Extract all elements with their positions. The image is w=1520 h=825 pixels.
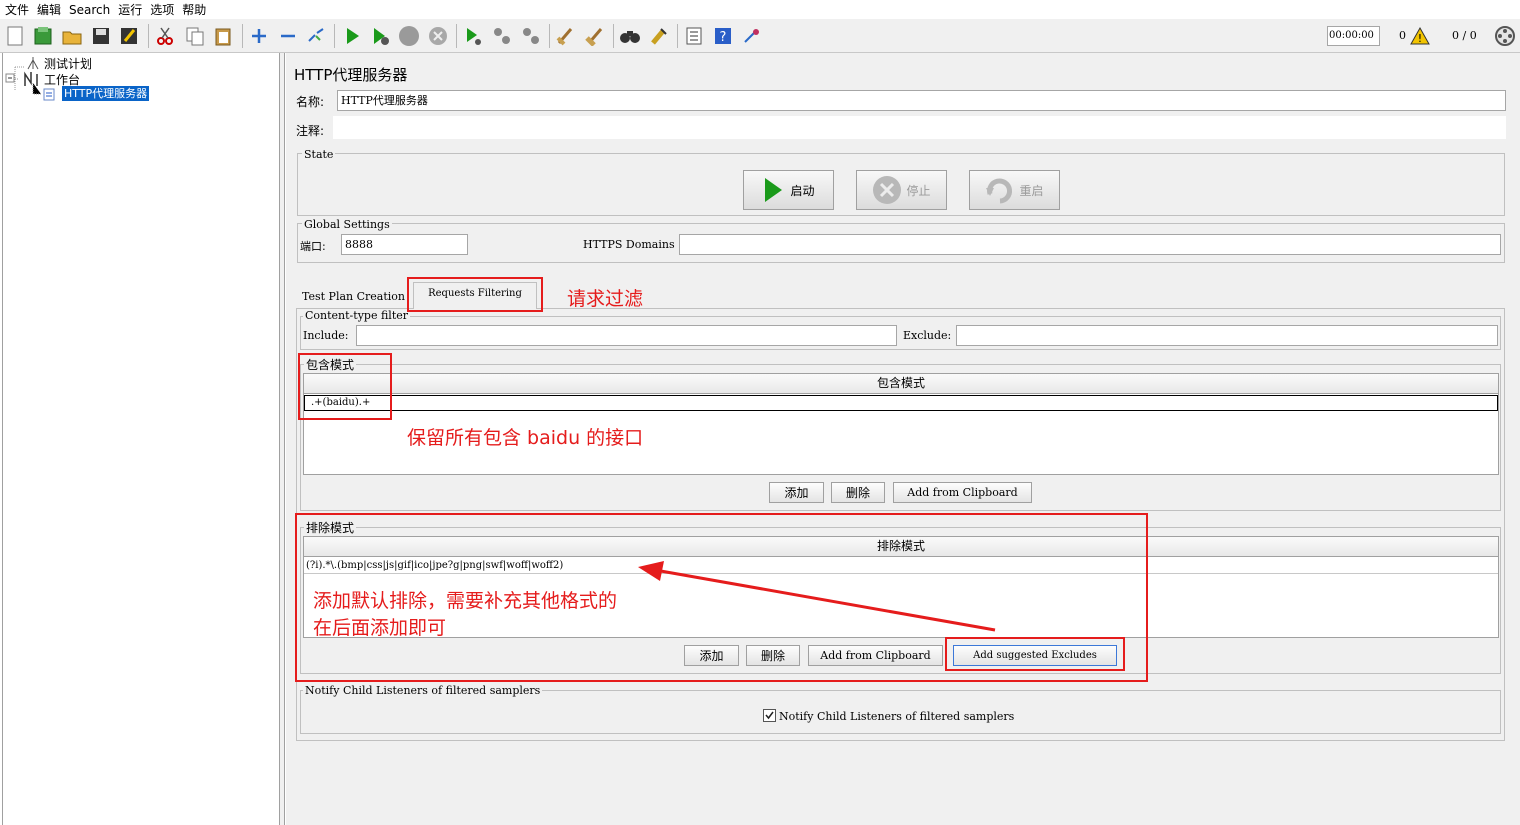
svg-text:?: ?: [720, 30, 727, 45]
toolbar: ? 00:00:00 0 ! 0 / 0: [0, 19, 1520, 53]
new-icon[interactable]: [4, 25, 26, 47]
exclude-field[interactable]: [956, 325, 1498, 346]
clear-icon[interactable]: [555, 25, 577, 47]
https-domains-label: HTTPS Domains :: [583, 238, 682, 251]
port-label: 端口:: [300, 240, 326, 253]
menu-run[interactable]: 运行: [118, 1, 142, 18]
comment-field[interactable]: [333, 116, 1506, 139]
include-add-from-clipboard-button[interactable]: Add from Clipboard: [893, 482, 1032, 503]
annotation-box-include: [298, 353, 392, 420]
expand-icon[interactable]: [248, 25, 270, 47]
split-divider[interactable]: [280, 53, 285, 825]
name-label: 名称:: [296, 95, 325, 109]
menu-help[interactable]: 帮助: [182, 1, 206, 18]
warning-count: 0: [1399, 29, 1406, 42]
annotation-include-note: 保留所有包含 baidu 的接口: [407, 427, 644, 449]
proxy-icon: [42, 87, 56, 104]
include-label: Include:: [303, 329, 349, 342]
notify-checkbox-label: Notify Child Listeners of filtered sampl…: [779, 710, 1015, 723]
search-icon[interactable]: [619, 25, 641, 47]
restart-label: 重启: [1019, 183, 1044, 198]
elapsed-time: 00:00:00: [1327, 26, 1380, 46]
svg-text:!: !: [1418, 32, 1422, 45]
tree-item-http-proxy[interactable]: HTTP代理服务器: [62, 86, 150, 101]
include-pattern-row[interactable]: .+(baidu).+: [304, 395, 1498, 411]
help-icon[interactable]: ?: [712, 25, 734, 47]
open-icon[interactable]: [61, 25, 83, 47]
content-type-filter-legend: Content-type filter: [303, 309, 411, 323]
function-helper-icon[interactable]: [683, 25, 705, 47]
annotation-exclude-note-1: 添加默认排除，需要补充其他格式的: [313, 590, 618, 612]
annotation-box-suggested: [945, 637, 1125, 671]
stop-button[interactable]: 停止: [856, 170, 947, 210]
save-icon[interactable]: [90, 25, 112, 47]
include-field[interactable]: [356, 325, 897, 346]
stop-icon: [873, 176, 902, 204]
menu-options[interactable]: 选项: [150, 1, 174, 18]
page-title: HTTP代理服务器: [294, 66, 408, 84]
shutdown-icon[interactable]: [427, 25, 449, 47]
toggle-icon[interactable]: [305, 25, 327, 47]
state-legend: State: [302, 148, 336, 162]
test-plan-tree: 测试计划 工作台 HTTP代理服务器: [2, 53, 280, 825]
global-settings-legend: Global Settings: [302, 218, 392, 232]
checkmark-icon: [765, 711, 774, 720]
start-icon[interactable]: [341, 25, 363, 47]
comment-label: 注释:: [296, 124, 325, 138]
remote-shutdown-icon[interactable]: [520, 25, 542, 47]
clear-all-icon[interactable]: [584, 25, 606, 47]
https-domains-field[interactable]: [679, 234, 1501, 255]
notify-checkbox[interactable]: [763, 709, 776, 722]
include-patterns-header: 包含模式: [304, 374, 1498, 394]
tree-item-test-plan[interactable]: 测试计划: [44, 55, 92, 72]
reset-search-icon[interactable]: [648, 25, 670, 47]
workbench-icon: [23, 71, 39, 90]
stop-label: 停止: [906, 183, 931, 198]
annotation-filter: 请求过滤: [567, 288, 644, 310]
tab-test-plan-creation[interactable]: Test Plan Creation: [297, 286, 407, 308]
paste-icon[interactable]: [212, 25, 234, 47]
start-icon: [765, 178, 783, 202]
include-delete-button[interactable]: 删除: [831, 482, 885, 503]
collapse-icon[interactable]: [277, 25, 299, 47]
menu-search[interactable]: Search: [69, 3, 110, 17]
start-button[interactable]: 启动: [743, 170, 834, 210]
remote-stop-icon[interactable]: [491, 25, 513, 47]
restart-button[interactable]: 重启: [969, 170, 1060, 210]
exclude-label: Exclude:: [903, 329, 952, 342]
annotation-box-tab: [407, 277, 543, 312]
plugins-icon[interactable]: [741, 25, 763, 47]
copy-icon[interactable]: [184, 25, 206, 47]
name-field[interactable]: HTTP代理服务器: [337, 90, 1506, 111]
stop-icon[interactable]: [398, 25, 420, 47]
menubar: 文件 编辑 Search 运行 选项 帮助: [0, 0, 1520, 19]
save-as-icon[interactable]: [118, 25, 140, 47]
cut-icon[interactable]: [154, 25, 176, 47]
port-field[interactable]: 8888: [341, 234, 468, 255]
menu-edit[interactable]: 编辑: [37, 1, 61, 18]
remote-start-icon[interactable]: [462, 25, 484, 47]
templates-icon[interactable]: [32, 25, 54, 47]
menu-file[interactable]: 文件: [5, 1, 29, 18]
annotation-exclude-note-2: 在后面添加即可: [313, 617, 447, 639]
notify-legend: Notify Child Listeners of filtered sampl…: [303, 684, 543, 698]
thread-count: 0 / 0: [1452, 29, 1477, 42]
start-no-pauses-icon[interactable]: [369, 25, 391, 47]
warning-icon[interactable]: !: [1410, 26, 1430, 48]
start-label: 启动: [790, 183, 815, 198]
restart-icon: [986, 178, 1013, 204]
include-add-button[interactable]: 添加: [769, 482, 824, 503]
status-indicator-icon: [1494, 25, 1516, 50]
